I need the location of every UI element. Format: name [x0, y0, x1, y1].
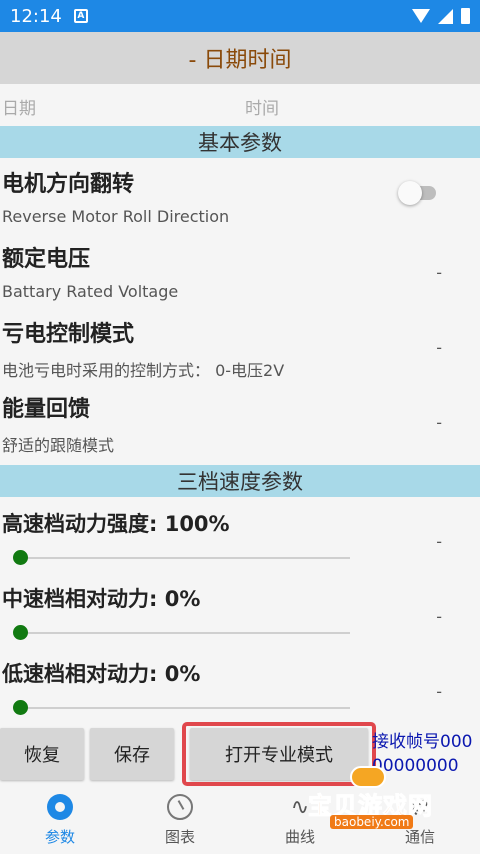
- nav-item-chart[interactable]: 图表: [120, 786, 240, 854]
- nav-label: 通信: [404, 828, 435, 846]
- signal-icon: [438, 8, 453, 24]
- nav-label: 图表: [164, 828, 195, 846]
- motor-reverse-toggle[interactable]: [398, 181, 436, 205]
- slider-thumb[interactable]: [13, 700, 28, 715]
- slider-track[interactable]: [13, 550, 350, 565]
- slider-low-speed: 低速档相对动力: 0% -: [0, 654, 480, 729]
- slider-label: 中速档相对动力: 0%: [2, 587, 201, 611]
- slider-high-speed: 高速档动力强度: 100% -: [0, 504, 480, 579]
- setting-subtitle: 电池亏电时采用的控制方式： 0-电压2V: [2, 361, 285, 380]
- slider-value: -: [436, 607, 442, 626]
- section-header-basic: 基本参数: [0, 126, 480, 158]
- datetime-row: 日期 时间: [0, 90, 480, 122]
- setting-value: -: [436, 338, 442, 357]
- slider-label: 低速档相对动力: 0%: [2, 662, 201, 686]
- setting-title: 能量回馈: [2, 397, 91, 422]
- nav-label: 参数: [44, 828, 75, 846]
- slider-value: -: [436, 682, 442, 701]
- setting-title: 亏电控制模式: [2, 322, 135, 347]
- status-bar: 12:14 A: [0, 0, 480, 32]
- frame-info-line2: 00000000: [372, 756, 459, 776]
- save-button[interactable]: 保存: [90, 728, 174, 780]
- frame-info-line1: 接收帧号000: [372, 732, 473, 752]
- wifi-icon: [412, 9, 430, 23]
- battery-icon: [461, 8, 470, 24]
- gear-icon: [47, 794, 73, 820]
- slider-thumb[interactable]: [13, 625, 28, 640]
- communication-icon: ⇄: [410, 794, 430, 820]
- pro-mode-button[interactable]: 打开专业模式: [190, 728, 368, 780]
- setting-low-battery-mode[interactable]: 亏电控制模式 电池亏电时采用的控制方式： 0-电压2V -: [0, 310, 480, 385]
- time-label: 时间: [245, 99, 279, 119]
- slider-label: 高速档动力强度: 100%: [2, 512, 230, 536]
- setting-subtitle: 舒适的跟随模式: [2, 436, 115, 455]
- setting-energy-recovery[interactable]: 能量回馈 舒适的跟随模式 -: [0, 385, 480, 460]
- slider-track[interactable]: [13, 700, 350, 715]
- status-time: 12:14: [10, 5, 62, 27]
- frame-info: 接收帧号000 00000000: [372, 730, 472, 778]
- setting-title: 额定电压: [2, 247, 91, 272]
- notification-a-icon: A: [73, 9, 88, 23]
- nav-item-curve[interactable]: ∿ 曲线: [240, 786, 360, 854]
- setting-subtitle: Reverse Motor Roll Direction: [2, 207, 230, 226]
- date-label: 日期: [2, 99, 36, 119]
- setting-motor-reverse[interactable]: 电机方向翻转 Reverse Motor Roll Direction: [0, 160, 480, 235]
- slider-mid-speed: 中速档相对动力: 0% -: [0, 579, 480, 654]
- nav-label: 曲线: [284, 828, 315, 846]
- restore-button[interactable]: 恢复: [0, 728, 84, 780]
- gauge-icon: [167, 794, 193, 820]
- nav-item-comm[interactable]: ⇄ 通信: [360, 786, 480, 854]
- setting-subtitle: Battary Rated Voltage: [2, 282, 179, 301]
- setting-value: -: [436, 263, 442, 282]
- setting-value: -: [436, 413, 442, 432]
- slider-value: -: [436, 532, 442, 551]
- setting-title: 电机方向翻转: [2, 172, 135, 197]
- slider-thumb[interactable]: [13, 550, 28, 565]
- curve-icon: ∿: [290, 794, 310, 820]
- section-header-speed: 三档速度参数: [0, 465, 480, 497]
- page-title: - 日期时间: [0, 32, 480, 84]
- setting-rated-voltage[interactable]: 额定电压 Battary Rated Voltage -: [0, 235, 480, 310]
- slider-track[interactable]: [13, 625, 350, 640]
- toggle-knob: [398, 181, 422, 205]
- nav-item-params[interactable]: 参数: [0, 786, 120, 854]
- status-icons: [412, 8, 470, 24]
- bottom-nav: 参数 图表 ∿ 曲线 ⇄ 通信: [0, 786, 480, 854]
